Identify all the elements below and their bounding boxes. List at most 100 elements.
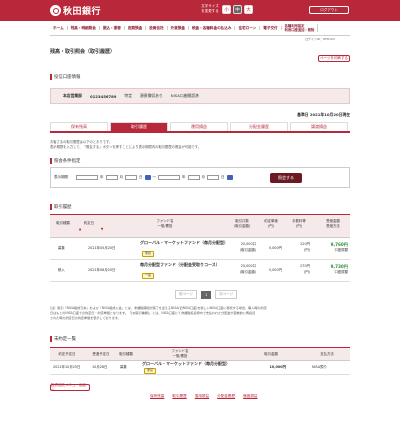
orders-section-title: 未約定一覧 <box>50 336 76 342</box>
tab-transfer-profit[interactable]: 譲渡損益 <box>290 122 348 131</box>
bottom-nav-transfer[interactable]: 譲渡損益 <box>243 394 257 399</box>
header-order-amount: 取引金額 <box>264 352 278 356</box>
next-page-button[interactable]: 次ページ <box>215 290 238 299</box>
row-fee-sub: (円) <box>303 270 310 274</box>
footnote: (注）取引「NISA組成元本」および「NISA組成入金」とは、非課税期間が満了を… <box>50 306 350 321</box>
nav-housing-loan[interactable]: 住宅ローン <box>235 26 261 30</box>
filter-section-title: 照会条件指定 <box>50 158 80 164</box>
header-trade-type: 取引種類 <box>56 221 70 225</box>
end-month-select[interactable] <box>187 175 200 180</box>
nav-investment-trust[interactable]: 投資信託 <box>146 26 168 30</box>
category-badge: 累投 <box>142 251 155 257</box>
row-category: 累投 <box>142 251 155 257</box>
row-type: 募集 <box>58 246 65 250</box>
nav-balance[interactable]: 残高・明細照会 <box>68 26 100 30</box>
day-label: 日 <box>221 175 225 179</box>
tab-bar: 保有残高 取引履歴 運用損益 分配金履歴 譲渡損益 <box>50 122 350 133</box>
bank-name: 秋田銀行 <box>63 7 102 17</box>
nav-settings-sub: 利用口座追加・削除 <box>284 28 315 32</box>
year-label: 年 <box>100 175 104 179</box>
main-nav: ホーム 残高・明細照会 振込・振替 定期預金 投資信託 外貨預金 税金・各種料金… <box>50 21 350 36</box>
bank-logo[interactable]: 秋田銀行 <box>50 3 110 18</box>
query-button[interactable]: 照会する <box>270 173 302 183</box>
header-order-method: 支払方法 <box>320 352 334 356</box>
nav-tax-payment[interactable]: 税金・各種料金の払込み <box>189 26 236 30</box>
row-fee-sub: (円) <box>303 248 310 252</box>
font-size-large-button[interactable]: 大 <box>244 5 253 14</box>
font-size-label: 文字サイズを変更する <box>201 4 219 13</box>
print-button[interactable]: ページを印刷する <box>318 55 350 62</box>
header-agreed: 約定予定日 <box>58 352 76 356</box>
nav-e-delivery[interactable]: 電子交付 <box>260 26 282 30</box>
row-fund[interactable]: グローバル・マーケットファンド（毎月分配型） <box>140 240 228 245</box>
nav-time-deposit[interactable]: 定期預金 <box>125 26 147 30</box>
page-title: 残高・取引照会（取引履歴） <box>50 49 116 55</box>
bank-logo-icon <box>50 5 61 16</box>
account-withholding: 源泉徴収あり <box>140 93 163 98</box>
row-fee: 220円 <box>300 242 310 246</box>
order-method: NISA預り <box>312 365 327 369</box>
month-label: 月 <box>119 175 124 179</box>
sort-asc-icon[interactable]: ▲ <box>76 227 84 231</box>
month-label: 月 <box>201 175 206 179</box>
row-date: 2021年05月20日 <box>88 246 116 250</box>
bottom-nav-profit[interactable]: 運用損益 <box>195 394 209 399</box>
filter-panel: 表示期間 年 月 日 ～ 年 月 日 照会する <box>50 167 350 188</box>
logout-button[interactable]: ログアウト <box>309 6 349 14</box>
prev-page-button[interactable]: 前ページ <box>175 290 197 299</box>
header-order-fund-sub: 一般/累投 <box>172 354 188 358</box>
start-year-select[interactable] <box>76 175 98 180</box>
header-fee: 手数料等 <box>292 219 306 223</box>
sort-desc-icon[interactable]: ▼ <box>98 227 106 231</box>
base-date: 基準日 2021年10月20日現在 <box>297 112 350 117</box>
nav-transfer[interactable]: 振込・振替 <box>100 26 125 30</box>
header-fee-sub: (円) <box>295 224 303 228</box>
nav-home[interactable]: ホーム <box>50 26 68 30</box>
login-id: ログインID：RFR103 <box>305 37 335 41</box>
font-size-medium-button[interactable]: 中 <box>233 5 242 14</box>
tab-distribution[interactable]: 分配金履歴 <box>230 122 288 131</box>
row-settle: 9,760円 <box>330 242 348 247</box>
current-page: 1 <box>200 290 212 299</box>
back-to-menu-button[interactable]: 投資信託メニュー画面へ <box>50 383 90 392</box>
row-fee: 270円 <box>300 264 310 268</box>
header-agreed-date: 約定日 <box>83 221 95 225</box>
nav-settings[interactable]: 各種利用設定 利用口座追加・削除 <box>282 24 319 32</box>
table-row: 募集 2021年05月20日 グローバル・マーケットファンド（毎月分配型） 累投… <box>50 238 350 260</box>
header-price: 約定単価 <box>264 219 278 223</box>
header-fund: ファンド名 <box>156 219 174 223</box>
start-month-select[interactable] <box>105 175 118 180</box>
account-section-title: 投信口座情報 <box>50 74 80 80</box>
table-row: 2021年10月25日 10月28日 募集 グローバル・マーケットファンド（毎月… <box>50 361 350 375</box>
account-nisa: NISA口座開設済 <box>170 93 199 98</box>
history-note: お客さまの取引履歴は以下のとおりです。 表示期間を入力して、「照会する」ボタンを… <box>50 140 201 150</box>
account-info: 本店営業部 0123456789 特定 源泉徴収あり NISA口座開設済 <box>50 88 350 104</box>
header-settlement: 受渡金額 <box>326 219 340 223</box>
tab-history[interactable]: 取引履歴 <box>110 122 168 131</box>
range-tilde: ～ <box>152 175 157 179</box>
start-day-select[interactable] <box>125 175 137 180</box>
header-amount: 取引口数 <box>235 219 249 223</box>
row-type: 積入 <box>58 268 65 272</box>
account-branch: 本店営業部 <box>63 93 82 98</box>
end-day-select[interactable] <box>207 175 219 180</box>
header-order-type: 取引種類 <box>119 352 133 356</box>
order-fund[interactable]: グローバル・マーケットファンド（毎月分配型） <box>142 361 252 366</box>
row-units-sub: (取引金額) <box>239 270 256 274</box>
category-badge: 累投 <box>144 368 157 374</box>
header-settle-date: 受渡予定日 <box>92 352 110 356</box>
tab-profit[interactable]: 運用損益 <box>170 122 228 131</box>
font-size-small-button[interactable]: 小 <box>222 5 231 14</box>
nav-foreign-deposit[interactable]: 外貨預金 <box>168 26 189 30</box>
header-settlement-sub: 受渡方法 <box>326 224 340 228</box>
bottom-nav-holdings[interactable]: 保有残高 <box>150 394 164 399</box>
category-badge: 一般 <box>142 273 155 279</box>
bottom-nav-distribution[interactable]: 分配金履歴 <box>217 394 235 399</box>
tab-holdings[interactable]: 保有残高 <box>50 122 108 131</box>
row-fund[interactable]: 毎月分配型ファンド（分配金受取りコース） <box>140 262 226 267</box>
end-calendar-icon[interactable] <box>226 175 233 180</box>
end-year-select[interactable] <box>158 175 180 180</box>
bottom-nav-history[interactable]: 取引履歴 <box>172 394 186 399</box>
start-calendar-icon[interactable] <box>144 175 151 180</box>
row-price: 5,000円 <box>268 246 282 250</box>
